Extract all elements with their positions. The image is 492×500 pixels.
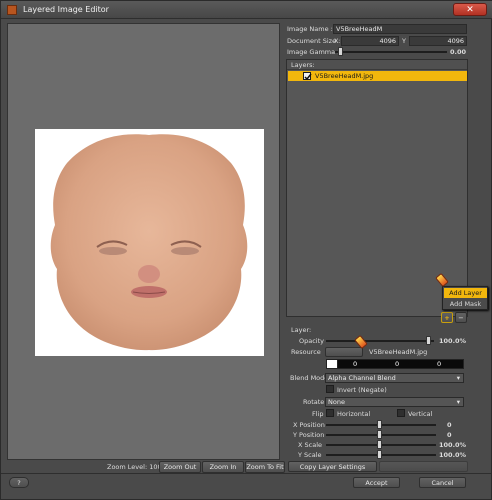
resource-label: Resource <box>291 348 321 356</box>
x-scale-value: 100.0% <box>439 441 467 449</box>
copy-layer-settings-button[interactable]: Copy Layer Settings <box>288 461 377 472</box>
footer-divider <box>1 473 491 474</box>
y-label: Y <box>402 37 406 45</box>
layer-row[interactable]: V5BreeHeadM.jpg <box>288 71 467 81</box>
add-context-menu: Add Layer Add Mask <box>442 286 488 310</box>
close-button[interactable]: ✕ <box>453 3 487 16</box>
check-icon <box>304 73 312 81</box>
face-texture-image <box>50 134 248 351</box>
flip-horizontal-checkbox[interactable] <box>326 409 334 417</box>
color-r-value: 0 <box>353 360 358 368</box>
rotate-value: None <box>328 398 345 406</box>
resource-picker-button[interactable] <box>325 347 363 357</box>
resource-value: V5BreeHeadM.jpg <box>369 348 428 356</box>
window-title: Layered Image Editor <box>23 5 109 14</box>
blend-mode-label: Blend Mode <box>290 374 329 382</box>
chevron-down-icon: ▾ <box>456 374 460 382</box>
cancel-button[interactable]: Cancel <box>419 477 466 488</box>
rotate-label: Rotate <box>303 398 325 406</box>
chevron-down-icon: ▾ <box>456 398 460 406</box>
gamma-slider-knob[interactable] <box>338 47 343 56</box>
image-gamma-label: Image Gamma : <box>287 48 340 56</box>
layer-section-label: Layer: <box>291 326 312 334</box>
invert-label: Invert (Negate) <box>337 386 387 394</box>
layer-visible-checkbox[interactable] <box>303 72 312 81</box>
add-layer-icon: + <box>444 314 450 322</box>
y-scale-value: 100.0% <box>439 451 467 459</box>
gamma-slider[interactable] <box>335 51 447 53</box>
y-scale-label: Y Scale <box>298 451 322 459</box>
layer-name: V5BreeHeadM.jpg <box>315 72 374 80</box>
y-position-label: Y Position <box>293 431 325 439</box>
zoom-in-button[interactable]: Zoom In <box>202 461 244 473</box>
rotate-select[interactable]: None ▾ <box>325 397 464 407</box>
remove-layer-button[interactable]: − <box>455 312 467 323</box>
x-label: X <box>334 37 339 45</box>
paste-layer-settings-button <box>379 461 468 472</box>
opacity-label: Opacity <box>299 337 325 345</box>
y-position-value: 0 <box>447 431 452 439</box>
help-icon: ? <box>17 479 21 487</box>
color-g-value: 0 <box>395 360 400 368</box>
app-icon <box>7 5 17 15</box>
add-layer-button[interactable]: + <box>441 312 453 323</box>
title-bar[interactable]: Layered Image Editor ✕ <box>1 1 492 19</box>
x-position-value: 0 <box>447 421 452 429</box>
help-button[interactable]: ? <box>9 477 29 488</box>
flip-vertical-checkbox[interactable] <box>397 409 405 417</box>
flip-vertical-label: Vertical <box>408 410 433 418</box>
x-position-label: X Position <box>293 421 325 429</box>
gamma-value: 0.00 <box>450 48 467 56</box>
x-position-knob[interactable] <box>377 420 382 429</box>
opacity-slider[interactable] <box>326 340 434 342</box>
remove-layer-icon: − <box>458 314 464 322</box>
document-width-field[interactable]: 4096 <box>341 36 399 46</box>
texture-preview <box>35 129 264 356</box>
color-swatch[interactable] <box>326 359 338 369</box>
y-position-knob[interactable] <box>377 430 382 439</box>
layers-header: Layers: <box>287 60 467 70</box>
opacity-value: 100.0% <box>439 337 467 345</box>
image-name-label: Image Name : <box>287 25 333 33</box>
menu-item-add-mask[interactable]: Add Mask <box>444 299 487 309</box>
blend-mode-select[interactable]: Alpha Channel Blend ▾ <box>325 373 464 383</box>
x-scale-knob[interactable] <box>377 440 382 449</box>
color-b-value: 0 <box>437 360 442 368</box>
zoom-to-fit-button[interactable]: Zoom To Fit <box>245 461 285 473</box>
document-height-field[interactable]: 4096 <box>409 36 467 46</box>
x-scale-label: X Scale <box>298 441 323 449</box>
y-scale-knob[interactable] <box>377 450 382 459</box>
flip-horizontal-label: Horizontal <box>337 410 371 418</box>
opacity-slider-knob[interactable] <box>426 336 431 345</box>
blend-mode-value: Alpha Channel Blend <box>328 374 396 382</box>
invert-checkbox[interactable] <box>326 385 334 393</box>
flip-label: Flip <box>312 410 324 418</box>
document-size-label: Document Size : <box>287 37 341 45</box>
menu-item-add-layer[interactable]: Add Layer <box>444 288 487 298</box>
zoom-out-button[interactable]: Zoom Out <box>159 461 201 473</box>
image-name-field[interactable]: V5BreeHeadM <box>333 24 467 34</box>
accept-button[interactable]: Accept <box>353 477 400 488</box>
layered-image-editor-window: Layered Image Editor ✕ Zoom Level: 100% … <box>0 0 492 500</box>
